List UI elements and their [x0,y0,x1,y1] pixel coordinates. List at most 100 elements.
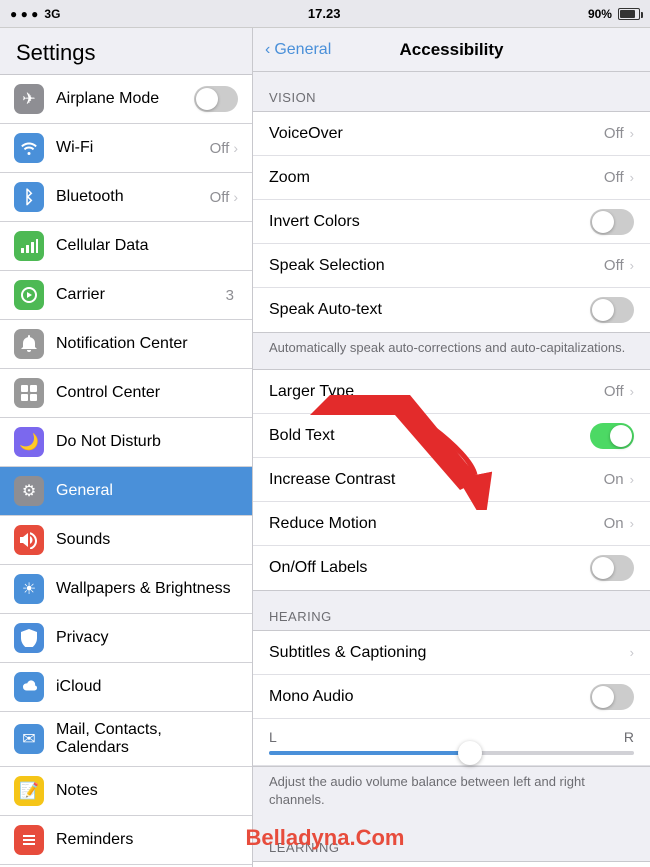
sidebar-item-label: Bluetooth [56,188,210,206]
largertype-label: Larger Type [269,383,604,401]
battery-icon [618,8,640,20]
hearing-header: HEARING [253,591,650,630]
wifi-value: Off [210,140,230,157]
subtitles-row[interactable]: Subtitles & Captioning › [253,631,650,675]
slider-right-label: R [624,729,634,745]
boldtext-label: Bold Text [269,427,590,445]
invertcolors-toggle[interactable] [590,209,634,235]
sidebar-item-privacy[interactable]: Privacy [0,614,252,663]
sidebar-item-wallpaper[interactable]: ☀ Wallpapers & Brightness [0,565,252,614]
chevron-icon: › [630,645,634,660]
increasecontrast-row[interactable]: Increase Contrast On › [253,458,650,502]
sidebar-item-label: Wi-Fi [56,139,210,157]
airplane-toggle[interactable] [194,86,238,112]
zoom-label: Zoom [269,169,604,187]
boldtext-row[interactable]: Bold Text [253,414,650,458]
battery-fill [620,10,635,18]
sidebar-item-notification[interactable]: Notification Center [0,320,252,369]
sidebar-item-label: Mail, Contacts, Calendars [56,721,238,757]
vision-section-2: Larger Type Off › Bold Text Increase Con… [253,369,650,591]
speakselection-label: Speak Selection [269,257,604,275]
nav-title: Accessibility [400,40,504,60]
sidebar-title: Settings [0,28,252,75]
sidebar-item-mail[interactable]: ✉ Mail, Contacts, Calendars [0,712,252,767]
cellular-icon [14,231,44,261]
control-icon [14,378,44,408]
slider-thumb[interactable] [458,741,482,765]
subtitles-label: Subtitles & Captioning [269,644,630,662]
onofflabels-label: On/Off Labels [269,559,590,577]
boldtext-toggle[interactable] [590,423,634,449]
sidebar-item-control[interactable]: Control Center [0,369,252,418]
back-button[interactable]: ‹ General [265,41,331,59]
donotdisturb-icon: 🌙 [14,427,44,457]
monoaudio-toggle[interactable] [590,684,634,710]
speakautotext-row[interactable]: Speak Auto-text [253,288,650,332]
app-container: Settings ✈ Airplane Mode Wi-Fi Off › ᛒ B… [0,28,650,867]
sidebar-item-label: Wallpapers & Brightness [56,580,238,598]
slider-track[interactable] [269,751,634,755]
vision-section: VISION VoiceOver Off › Zoom Off › Invert… [253,72,650,369]
hearing-section: HEARING Subtitles & Captioning › Mono Au… [253,591,650,821]
sidebar-item-cellular[interactable]: Cellular Data [0,222,252,271]
sidebar-item-notes[interactable]: 📝 Notes [0,767,252,816]
zoom-row[interactable]: Zoom Off › [253,156,650,200]
privacy-icon [14,623,44,653]
speakautotext-label: Speak Auto-text [269,301,590,319]
sidebar-item-carrier[interactable]: Carrier 3 [0,271,252,320]
bluetooth-icon: ᛒ [14,182,44,212]
sidebar-item-label: General [56,482,238,500]
sidebar-item-bluetooth[interactable]: ᛒ Bluetooth Off › [0,173,252,222]
general-icon: ⚙ [14,476,44,506]
status-left: ● ● ● 3G [10,7,60,21]
guidedaccess-row[interactable]: Guided Access Off › [253,862,650,867]
sidebar-item-general[interactable]: ⚙ General [0,467,252,516]
reminders-icon [14,825,44,855]
chevron-icon: › [630,170,634,185]
reducemotion-label: Reduce Motion [269,515,604,533]
chevron-icon: › [233,140,238,156]
chevron-icon: › [630,472,634,487]
sidebar-item-sounds[interactable]: Sounds [0,516,252,565]
learning-group: Guided Access Off › [253,861,650,867]
hearing-footer: Adjust the audio volume balance between … [253,767,650,821]
onofflabels-row[interactable]: On/Off Labels [253,546,650,590]
battery-percent: 90% [588,7,612,21]
invertcolors-row[interactable]: Invert Colors [253,200,650,244]
slider-left-label: L [269,729,277,745]
vision-group-2: Larger Type Off › Bold Text Increase Con… [253,369,650,591]
signal-icon: ● ● ● [10,7,38,21]
icloud-icon [14,672,44,702]
chevron-icon: › [233,189,238,205]
voiceover-value: Off [604,125,624,142]
notes-icon: 📝 [14,776,44,806]
largertype-value: Off [604,383,624,400]
onofflabels-toggle[interactable] [590,555,634,581]
bluetooth-value: Off [210,189,230,206]
monoaudio-label: Mono Audio [269,688,590,706]
sidebar-item-label: Cellular Data [56,237,238,255]
chevron-icon: › [630,126,634,141]
sidebar-item-label: Carrier [56,286,226,304]
sidebar-item-donotdisturb[interactable]: 🌙 Do Not Disturb [0,418,252,467]
largertype-row[interactable]: Larger Type Off › [253,370,650,414]
learning-header: LEARNING [253,822,650,861]
sidebar-item-airplane[interactable]: ✈ Airplane Mode [0,75,252,124]
sidebar-item-wifi[interactable]: Wi-Fi Off › [0,124,252,173]
invertcolors-label: Invert Colors [269,213,590,231]
sidebar-item-label: Airplane Mode [56,90,194,108]
speakselection-row[interactable]: Speak Selection Off › [253,244,650,288]
sidebar-item-reminders[interactable]: Reminders [0,816,252,865]
monoaudio-row[interactable]: Mono Audio [253,675,650,719]
wallpaper-icon: ☀ [14,574,44,604]
sidebar-item-icloud[interactable]: iCloud [0,663,252,712]
notification-icon [14,329,44,359]
slider-fill [269,751,470,755]
speakautotext-toggle[interactable] [590,297,634,323]
vision-header: VISION [253,72,650,111]
voiceover-row[interactable]: VoiceOver Off › [253,112,650,156]
reducemotion-value: On [604,515,624,532]
speakselection-value: Off [604,257,624,274]
audio-balance-row: L R [253,719,650,766]
reducemotion-row[interactable]: Reduce Motion On › [253,502,650,546]
